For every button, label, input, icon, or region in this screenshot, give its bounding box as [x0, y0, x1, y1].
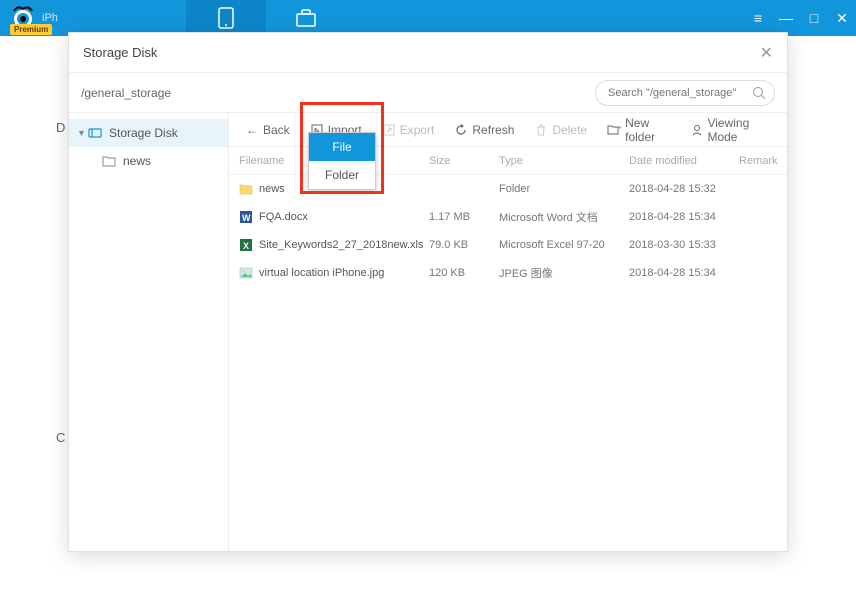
folder-icon	[101, 155, 117, 167]
export-button: Export	[374, 119, 443, 141]
modal-header: Storage Disk ✕	[69, 33, 787, 73]
file-date: 2018-04-28 15:34	[629, 267, 739, 279]
titlebar-left: Premium iPh	[0, 0, 346, 36]
modal-title: Storage Disk	[83, 45, 157, 60]
menu-icon[interactable]: ≡	[750, 10, 766, 26]
back-icon: ←	[245, 123, 259, 137]
delete-button: Delete	[526, 119, 595, 141]
svg-text:W: W	[242, 213, 251, 223]
premium-badge: Premium	[10, 24, 52, 35]
file-row[interactable]: X Site_Keywords2_27_2018new.xls 79.0 KBMic…	[229, 231, 787, 259]
file-name: news	[259, 183, 285, 195]
titlebar: Premium iPh ≡ — □ ✕	[0, 0, 856, 36]
modal-body: ▼ Storage Disk news ←Back Import Export …	[69, 113, 787, 551]
folder-icon	[239, 182, 253, 196]
dropdown-item-file[interactable]: File	[309, 133, 375, 161]
search-icon	[752, 86, 766, 100]
image-icon	[239, 266, 253, 280]
tree-root-label: Storage Disk	[109, 126, 178, 140]
file-type: Folder	[499, 183, 629, 195]
titlebar-tabs	[186, 0, 346, 36]
tree-root-storage[interactable]: ▼ Storage Disk	[69, 119, 228, 147]
new-folder-icon: +	[607, 123, 621, 137]
new-folder-button[interactable]: +New folder	[599, 112, 679, 148]
storage-modal: Storage Disk ✕ /general_storage ▼ Storag…	[68, 32, 788, 552]
tree-item-label: news	[123, 154, 151, 168]
file-date: 2018-04-28 15:32	[629, 183, 739, 195]
logo-icon: Premium	[8, 3, 38, 33]
col-date[interactable]: Date modified	[629, 155, 739, 167]
import-dropdown: File Folder	[308, 132, 376, 190]
col-type[interactable]: Type	[499, 155, 629, 167]
tree-item-news[interactable]: news	[69, 147, 228, 175]
breadcrumb: /general_storage	[81, 86, 171, 100]
file-type: Microsoft Word 文档	[499, 209, 629, 225]
excel-icon: X	[239, 238, 253, 252]
file-date: 2018-03-30 15:33	[629, 239, 739, 251]
file-size: 120 KB	[429, 267, 499, 279]
file-name: virtual location iPhone.jpg	[259, 267, 384, 279]
file-name: Site_Keywords2_27_2018new.xls	[259, 239, 424, 251]
viewing-mode-button[interactable]: Viewing Mode	[683, 112, 779, 148]
file-type: Microsoft Excel 97-20	[499, 239, 629, 251]
export-icon	[382, 123, 396, 137]
disk-icon	[87, 126, 103, 140]
file-row[interactable]: virtual location iPhone.jpg 120 KBJPEG 图像…	[229, 259, 787, 287]
close-icon[interactable]: ✕	[760, 43, 773, 63]
file-size: 1.17 MB	[429, 211, 499, 223]
refresh-button[interactable]: Refresh	[446, 119, 522, 141]
close-window-icon[interactable]: ✕	[834, 10, 850, 27]
file-size: 79.0 KB	[429, 239, 499, 251]
person-icon	[691, 123, 703, 137]
refresh-icon	[454, 123, 468, 137]
word-icon: W	[239, 210, 253, 224]
dropdown-item-folder[interactable]: Folder	[309, 161, 375, 189]
logo-text: iPh	[42, 12, 58, 24]
search-box[interactable]	[595, 80, 775, 106]
maximize-icon[interactable]: □	[806, 10, 822, 26]
minimize-icon[interactable]: —	[778, 10, 794, 26]
bg-letter-c: C	[56, 430, 65, 445]
sidebar-tree: ▼ Storage Disk news	[69, 113, 229, 551]
window-controls: ≡ — □ ✕	[750, 10, 850, 27]
col-remark[interactable]: Remark	[739, 155, 787, 167]
titlebar-tab-toolbox[interactable]	[266, 0, 346, 36]
app-logo: Premium iPh	[0, 3, 66, 33]
titlebar-tab-device[interactable]	[186, 0, 266, 36]
svg-text:+: +	[618, 125, 621, 132]
search-input[interactable]	[608, 87, 752, 99]
path-row: /general_storage	[69, 73, 787, 113]
bg-letter-d: D	[56, 120, 65, 135]
file-name: FQA.docx	[259, 211, 308, 223]
file-row[interactable]: W FQA.docx 1.17 MBMicrosoft Word 文档2018-04…	[229, 203, 787, 231]
back-button[interactable]: ←Back	[237, 119, 298, 141]
trash-icon	[534, 123, 548, 137]
file-list: news Folder2018-04-28 15:32 W FQA.docx 1.17 …	[229, 175, 787, 287]
file-date: 2018-04-28 15:34	[629, 211, 739, 223]
chevron-down-icon: ▼	[77, 128, 87, 138]
col-size[interactable]: Size	[429, 155, 499, 167]
svg-text:X: X	[243, 241, 249, 251]
file-type: JPEG 图像	[499, 265, 629, 281]
